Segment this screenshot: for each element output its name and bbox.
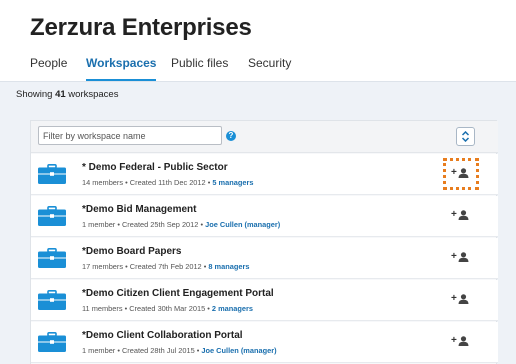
workspace-name[interactable]: *Demo Citizen Client Engagement Portal xyxy=(82,288,274,299)
workspace-name[interactable]: * Demo Federal - Public Sector xyxy=(82,162,228,173)
workspace-details: 11 members • Created 30th Mar 2015 • xyxy=(82,304,212,313)
plus-sign: + xyxy=(451,335,457,346)
managers-link[interactable]: Joe Cullen (manager) xyxy=(201,346,276,355)
add-manager-icon xyxy=(458,210,469,220)
managers-link[interactable]: 5 managers xyxy=(212,178,253,187)
workspace-meta: 14 members • Created 11th Dec 2012 • 5 m… xyxy=(82,178,253,187)
sort-icon xyxy=(461,131,470,142)
plus-sign: + xyxy=(451,251,457,262)
add-manager-button[interactable]: + xyxy=(451,335,471,349)
workspaces-content: Showing 41 workspaces ? * Demo Federal -… xyxy=(0,82,516,364)
workspace-row[interactable]: *Demo Client Collaboration Portal 1 memb… xyxy=(31,322,498,363)
tab-people[interactable]: People xyxy=(30,50,67,82)
add-manager-button[interactable]: + xyxy=(451,293,471,307)
briefcase-icon xyxy=(38,206,66,226)
workspace-meta: 11 members • Created 30th Mar 2015 • 2 m… xyxy=(82,304,253,313)
tab-bar: People Workspaces Public files Security xyxy=(0,50,516,82)
briefcase-icon xyxy=(38,164,66,184)
workspace-meta: 1 member • Created 28th Jul 2015 • Joe C… xyxy=(82,346,277,355)
briefcase-icon xyxy=(38,248,66,268)
workspace-count: 41 xyxy=(55,89,66,100)
tab-workspaces[interactable]: Workspaces xyxy=(86,50,157,82)
workspace-count-text: Showing 41 workspaces xyxy=(16,89,118,100)
add-manager-icon xyxy=(458,252,469,262)
plus-sign: + xyxy=(451,293,457,304)
workspace-name[interactable]: *Demo Bid Management xyxy=(82,204,196,215)
workspace-row[interactable]: *Demo Board Papers 17 members • Created … xyxy=(31,238,498,279)
sort-button[interactable] xyxy=(456,127,475,146)
managers-link[interactable]: Joe Cullen (manager) xyxy=(205,220,280,229)
count-prefix: Showing xyxy=(16,89,56,100)
workspace-name[interactable]: *Demo Client Collaboration Portal xyxy=(82,330,243,341)
page-header: Zerzura Enterprises People Workspaces Pu… xyxy=(0,0,516,82)
workspace-row[interactable]: *Demo Citizen Client Engagement Portal 1… xyxy=(31,280,498,321)
plus-sign: + xyxy=(451,209,457,220)
add-manager-button[interactable]: + xyxy=(451,209,471,223)
workspace-details: 14 members • Created 11th Dec 2012 • xyxy=(82,178,213,187)
page-title: Zerzura Enterprises xyxy=(30,14,252,41)
add-manager-icon xyxy=(458,294,469,304)
tab-public-files[interactable]: Public files xyxy=(171,50,228,82)
workspace-details: 1 member • Created 28th Jul 2015 • xyxy=(82,346,202,355)
highlight-outline xyxy=(443,158,479,190)
briefcase-icon xyxy=(38,332,66,352)
workspace-list-panel: ? * Demo Federal - Public Sector 14 memb… xyxy=(30,120,498,364)
help-icon[interactable]: ? xyxy=(226,131,236,141)
briefcase-icon xyxy=(38,290,66,310)
workspace-meta: 17 members • Created 7th Feb 2012 • 8 ma… xyxy=(82,262,249,271)
managers-link[interactable]: 2 managers xyxy=(212,304,253,313)
workspace-row[interactable]: *Demo Bid Management 1 member • Created … xyxy=(31,196,498,237)
tab-security[interactable]: Security xyxy=(248,50,291,82)
add-manager-button[interactable]: + xyxy=(451,251,471,265)
managers-link[interactable]: 8 managers xyxy=(208,262,249,271)
count-suffix: workspaces xyxy=(65,89,119,100)
filter-workspace-input[interactable] xyxy=(38,126,222,145)
filter-bar: ? xyxy=(31,121,498,153)
workspace-details: 1 member • Created 25th Sep 2012 • xyxy=(82,220,206,229)
workspace-meta: 1 member • Created 25th Sep 2012 • Joe C… xyxy=(82,220,280,229)
workspace-details: 17 members • Created 7th Feb 2012 • xyxy=(82,262,209,271)
add-manager-icon xyxy=(458,336,469,346)
workspace-name[interactable]: *Demo Board Papers xyxy=(82,246,181,257)
workspace-row[interactable]: * Demo Federal - Public Sector 14 member… xyxy=(31,154,498,195)
